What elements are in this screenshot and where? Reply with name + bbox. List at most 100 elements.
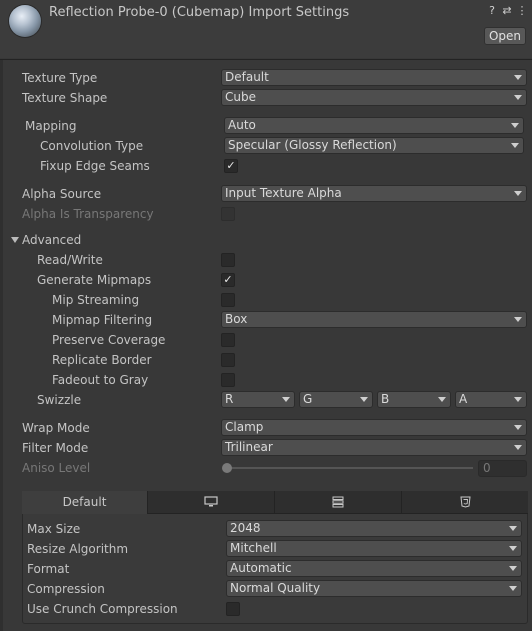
use-crunch-compression-label: Use Crunch Compression [27, 602, 178, 616]
tab-default[interactable]: Default [22, 491, 148, 514]
format-dropdown[interactable]: Automatic [226, 560, 522, 577]
wrap-mode-value: Clamp [225, 420, 264, 434]
mipmap-filtering-label: Mipmap Filtering [52, 313, 153, 327]
dropdown-arrow-icon [360, 397, 368, 402]
cubemap-preview-thumbnail [9, 5, 41, 37]
server-icon [332, 496, 344, 508]
header-divider [0, 59, 532, 60]
dropdown-arrow-icon [514, 191, 522, 196]
swizzle-b-dropdown[interactable]: B [377, 391, 451, 408]
swizzle-r-dropdown[interactable]: R [221, 391, 295, 408]
dropdown-arrow-icon [511, 143, 519, 148]
dropdown-arrow-icon [514, 397, 522, 402]
mipmap-filtering-dropdown[interactable]: Box [221, 311, 527, 328]
compression-value: Normal Quality [230, 581, 321, 595]
platform-tab-bar: Default [22, 491, 528, 514]
help-icon[interactable]: ? [486, 5, 498, 17]
fadeout-to-gray-label: Fadeout to Gray [52, 373, 149, 387]
mapping-dropdown[interactable]: Auto [224, 117, 524, 134]
max-size-dropdown[interactable]: 2048 [226, 520, 522, 537]
mip-streaming-checkbox[interactable] [221, 293, 235, 307]
dropdown-arrow-icon [282, 397, 290, 402]
use-crunch-compression-checkbox[interactable] [226, 602, 240, 616]
dropdown-arrow-icon [438, 397, 446, 402]
dropdown-arrow-icon [509, 526, 517, 531]
convolution-type-value: Specular (Glossy Reflection) [228, 138, 397, 152]
aniso-level-field: 0 [478, 460, 527, 477]
wrap-mode-label: Wrap Mode [22, 421, 90, 435]
filter-mode-value: Trilinear [225, 440, 273, 454]
dropdown-arrow-icon [511, 123, 519, 128]
dropdown-arrow-icon [514, 445, 522, 450]
read-write-checkbox[interactable] [221, 253, 235, 267]
alpha-source-dropdown[interactable]: Input Texture Alpha [221, 185, 527, 202]
tab-default-label: Default [62, 495, 107, 509]
compression-label: Compression [27, 582, 105, 596]
wrap-mode-dropdown[interactable]: Clamp [221, 419, 527, 436]
swizzle-label: Swizzle [37, 393, 82, 407]
generate-mipmaps-checkbox[interactable]: ✓ [221, 273, 235, 287]
tab-webgl[interactable] [402, 491, 528, 514]
alpha-is-transparency-checkbox [221, 207, 235, 221]
fadeout-to-gray-checkbox[interactable] [221, 373, 235, 387]
texture-type-dropdown[interactable]: Default [221, 69, 527, 86]
dropdown-arrow-icon [514, 317, 522, 322]
inspector-title: Reflection Probe-0 (Cubemap) Import Sett… [49, 5, 350, 20]
mapping-label: Mapping [25, 119, 77, 133]
swizzle-b-value: B [381, 392, 390, 406]
aniso-level-slider-track [226, 467, 473, 469]
advanced-foldout-arrow-icon[interactable] [11, 237, 19, 243]
texture-shape-dropdown[interactable]: Cube [221, 89, 527, 106]
compression-dropdown[interactable]: Normal Quality [226, 580, 522, 597]
tab-dedicated-server[interactable] [275, 491, 402, 514]
swizzle-r-value: R [225, 392, 234, 406]
swizzle-g-value: G [303, 392, 313, 406]
more-menu-icon[interactable]: ⋮ [516, 5, 528, 17]
aniso-level-label: Aniso Level [22, 461, 91, 475]
aniso-level-slider-handle [222, 463, 232, 473]
mip-streaming-label: Mip Streaming [52, 293, 140, 307]
mipmap-filtering-value: Box [225, 312, 248, 326]
texture-type-label: Texture Type [22, 71, 98, 85]
convolution-type-label: Convolution Type [40, 139, 144, 153]
dropdown-arrow-icon [514, 95, 522, 100]
swizzle-a-dropdown[interactable]: A [455, 391, 527, 408]
swizzle-a-value: A [459, 392, 468, 406]
fixup-edge-seams-label: Fixup Edge Seams [40, 159, 150, 173]
swizzle-g-dropdown[interactable]: G [299, 391, 373, 408]
dropdown-arrow-icon [514, 75, 522, 80]
filter-mode-dropdown[interactable]: Trilinear [221, 439, 527, 456]
fixup-edge-seams-checkbox[interactable]: ✓ [224, 159, 238, 173]
texture-shape-label: Texture Shape [22, 91, 108, 105]
replicate-border-label: Replicate Border [52, 353, 152, 367]
presets-icon[interactable]: ⇄ [501, 5, 513, 17]
alpha-is-transparency-label: Alpha Is Transparency [22, 207, 154, 221]
read-write-label: Read/Write [37, 253, 103, 267]
left-border [0, 60, 3, 631]
tab-standalone[interactable] [148, 491, 275, 514]
resize-algorithm-dropdown[interactable]: Mitchell [226, 540, 522, 557]
resize-algorithm-label: Resize Algorithm [27, 542, 129, 556]
preserve-coverage-checkbox[interactable] [221, 333, 235, 347]
replicate-border-checkbox[interactable] [221, 353, 235, 367]
texture-type-value: Default [225, 70, 269, 84]
format-label: Format [27, 562, 70, 576]
max-size-value: 2048 [230, 521, 261, 535]
filter-mode-label: Filter Mode [22, 441, 89, 455]
open-button[interactable]: Open [484, 27, 526, 45]
monitor-icon [204, 496, 218, 507]
dropdown-arrow-icon [509, 566, 517, 571]
preserve-coverage-label: Preserve Coverage [52, 333, 166, 347]
alpha-source-value: Input Texture Alpha [225, 186, 342, 200]
convolution-type-dropdown[interactable]: Specular (Glossy Reflection) [224, 137, 524, 154]
dropdown-arrow-icon [509, 586, 517, 591]
alpha-source-label: Alpha Source [22, 187, 102, 201]
texture-shape-value: Cube [225, 90, 256, 104]
advanced-foldout-label[interactable]: Advanced [22, 232, 81, 248]
resize-algorithm-value: Mitchell [230, 541, 277, 555]
dropdown-arrow-icon [509, 546, 517, 551]
format-value: Automatic [230, 561, 292, 575]
generate-mipmaps-label: Generate Mipmaps [37, 273, 152, 287]
max-size-label: Max Size [27, 522, 81, 536]
mapping-value: Auto [228, 118, 256, 132]
